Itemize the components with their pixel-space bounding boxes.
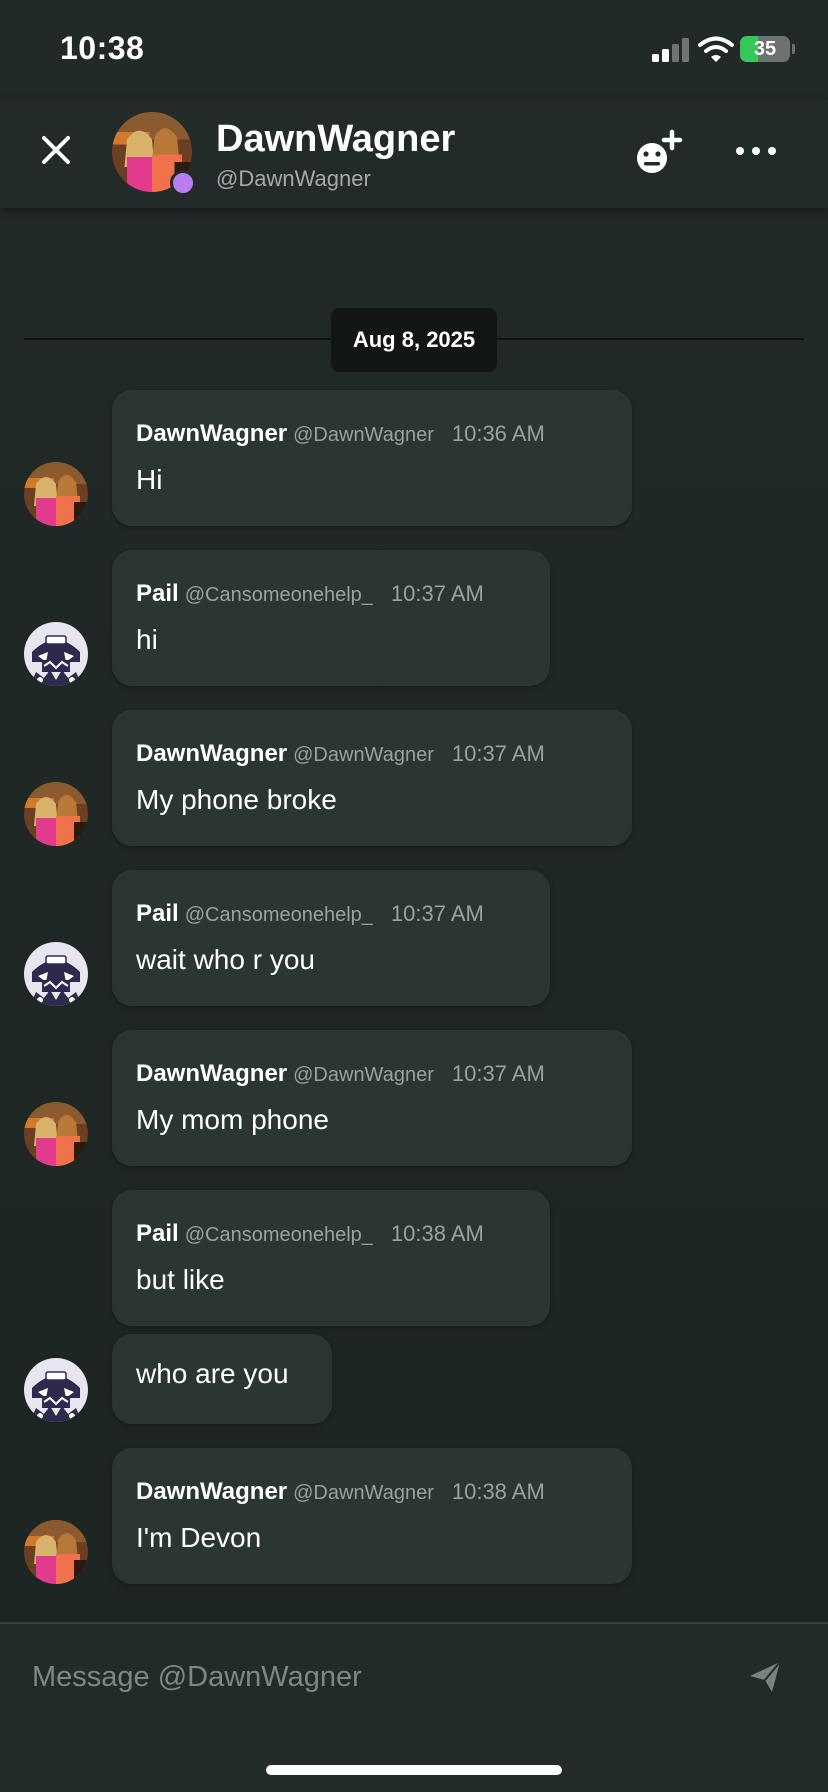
- message-bubble[interactable]: Pail @Cansomeonehelp_ 10:38 AM but like: [112, 1190, 550, 1326]
- avatar[interactable]: [24, 1102, 88, 1166]
- message-text: My mom phone: [136, 1104, 329, 1135]
- presence-status-dot: [170, 170, 196, 196]
- avatar[interactable]: [24, 942, 88, 1006]
- message-text: Hi: [136, 464, 163, 495]
- message-bubble[interactable]: who are you: [112, 1334, 332, 1424]
- battery-percent: 35: [753, 38, 777, 60]
- avatar[interactable]: [24, 782, 88, 846]
- status-bar: 10:38 35: [0, 0, 828, 100]
- message-text: I'm Devon: [136, 1522, 262, 1553]
- message-bubble[interactable]: DawnWagner @DawnWagner 10:38 AM I'm Devon: [112, 1448, 632, 1584]
- sender-name[interactable]: Pail: [136, 900, 179, 927]
- message-text: but like: [136, 1264, 225, 1295]
- message-time: 10:37 AM: [390, 581, 484, 606]
- message-text: hi: [136, 624, 158, 655]
- sender-handle: @DawnWagner: [293, 1482, 434, 1504]
- sender-name[interactable]: DawnWagner: [136, 1478, 287, 1505]
- message-time: 10:38 AM: [390, 1221, 484, 1246]
- message-bubble[interactable]: DawnWagner @DawnWagner 10:36 AM Hi: [112, 390, 632, 526]
- message-bubble[interactable]: Pail @Cansomeonehelp_ 10:37 AM wait who r …: [112, 870, 550, 1006]
- sender-name[interactable]: DawnWagner: [136, 1060, 287, 1087]
- signal-icon: [652, 38, 689, 62]
- message-input[interactable]: Message @DawnWagner: [32, 1654, 712, 1700]
- battery-cap: [792, 44, 795, 54]
- sender-handle: @DawnWagner: [293, 424, 434, 446]
- send-icon[interactable]: [746, 1658, 784, 1696]
- contact-name[interactable]: DawnWagner: [216, 118, 455, 161]
- sender-handle: @DawnWagner: [293, 744, 434, 766]
- message-time: 10:37 AM: [451, 1061, 545, 1086]
- wifi-icon: [698, 36, 734, 62]
- message-bubble[interactable]: DawnWagner @DawnWagner 10:37 AM My mom pho…: [112, 1030, 632, 1166]
- message-text: who are you: [136, 1358, 289, 1389]
- sender-handle: @Cansomeonehelp_: [184, 904, 373, 926]
- avatar[interactable]: [24, 1358, 88, 1422]
- date-divider: Aug 8, 2025: [331, 308, 497, 372]
- avatar[interactable]: [24, 462, 88, 526]
- chat-screen: 10:38 35 DawnWagner @DawnWagner Aug 8, 2…: [0, 0, 828, 1792]
- message-time: 10:36 AM: [451, 421, 545, 446]
- message-time: 10:37 AM: [390, 901, 484, 926]
- message-text: My phone broke: [136, 784, 337, 815]
- more-icon[interactable]: [734, 136, 778, 166]
- close-icon[interactable]: [34, 128, 78, 172]
- message-time: 10:37 AM: [451, 741, 545, 766]
- avatar[interactable]: [24, 622, 88, 686]
- contact-handle: @DawnWagner: [216, 166, 371, 191]
- message-text: wait who r you: [136, 944, 315, 975]
- battery-icon: 35: [740, 36, 790, 62]
- sender-name[interactable]: Pail: [136, 580, 179, 607]
- message-bubble[interactable]: DawnWagner @DawnWagner 10:37 AM My phone b…: [112, 710, 632, 846]
- sender-handle: @DawnWagner: [293, 1064, 434, 1086]
- home-indicator: [266, 1765, 562, 1775]
- status-time: 10:38: [60, 30, 145, 66]
- sender-handle: @Cansomeonehelp_: [184, 1224, 373, 1246]
- message-bubble[interactable]: Pail @Cansomeonehelp_ 10:37 AM hi: [112, 550, 550, 686]
- sender-name[interactable]: DawnWagner: [136, 740, 287, 767]
- sender-name[interactable]: Pail: [136, 1220, 179, 1247]
- sender-name[interactable]: DawnWagner: [136, 420, 287, 447]
- chat-header: DawnWagner @DawnWagner: [0, 100, 828, 208]
- message-time: 10:38 AM: [451, 1479, 545, 1504]
- add-emoji-icon[interactable]: [632, 128, 684, 180]
- avatar[interactable]: [24, 1520, 88, 1584]
- sender-handle: @Cansomeonehelp_: [184, 584, 373, 606]
